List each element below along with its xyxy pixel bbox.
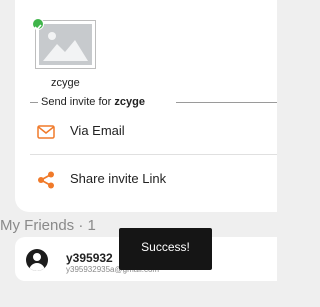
share-invite-link-button[interactable]: Share invite Link: [30, 161, 277, 199]
envelope-icon: [37, 123, 55, 141]
option-divider: [30, 154, 277, 155]
selected-check-icon: [32, 18, 44, 31]
friend-name: y395932: [66, 251, 113, 265]
user-avatar-icon: [26, 249, 48, 271]
send-invite-label: Send invite for zcyge: [41, 96, 145, 108]
send-invite-name: zcyge: [114, 96, 145, 108]
image-placeholder-icon: [39, 24, 92, 65]
success-toast: Success!: [119, 228, 212, 270]
profile-username: zcyge: [51, 77, 80, 89]
send-invite-prefix: Send invite for: [41, 96, 115, 108]
send-invite-heading: Send invite for zcyge: [30, 95, 277, 111]
via-email-label: Via Email: [70, 123, 125, 138]
share-icon: [37, 171, 55, 189]
profile-image[interactable]: [35, 20, 96, 69]
my-friends-title: My Friends · 1: [0, 217, 96, 234]
divider: [176, 102, 277, 103]
divider: [30, 102, 38, 103]
via-email-button[interactable]: Via Email: [30, 113, 277, 151]
share-invite-link-label: Share invite Link: [70, 171, 167, 186]
toast-message: Success!: [141, 240, 190, 254]
